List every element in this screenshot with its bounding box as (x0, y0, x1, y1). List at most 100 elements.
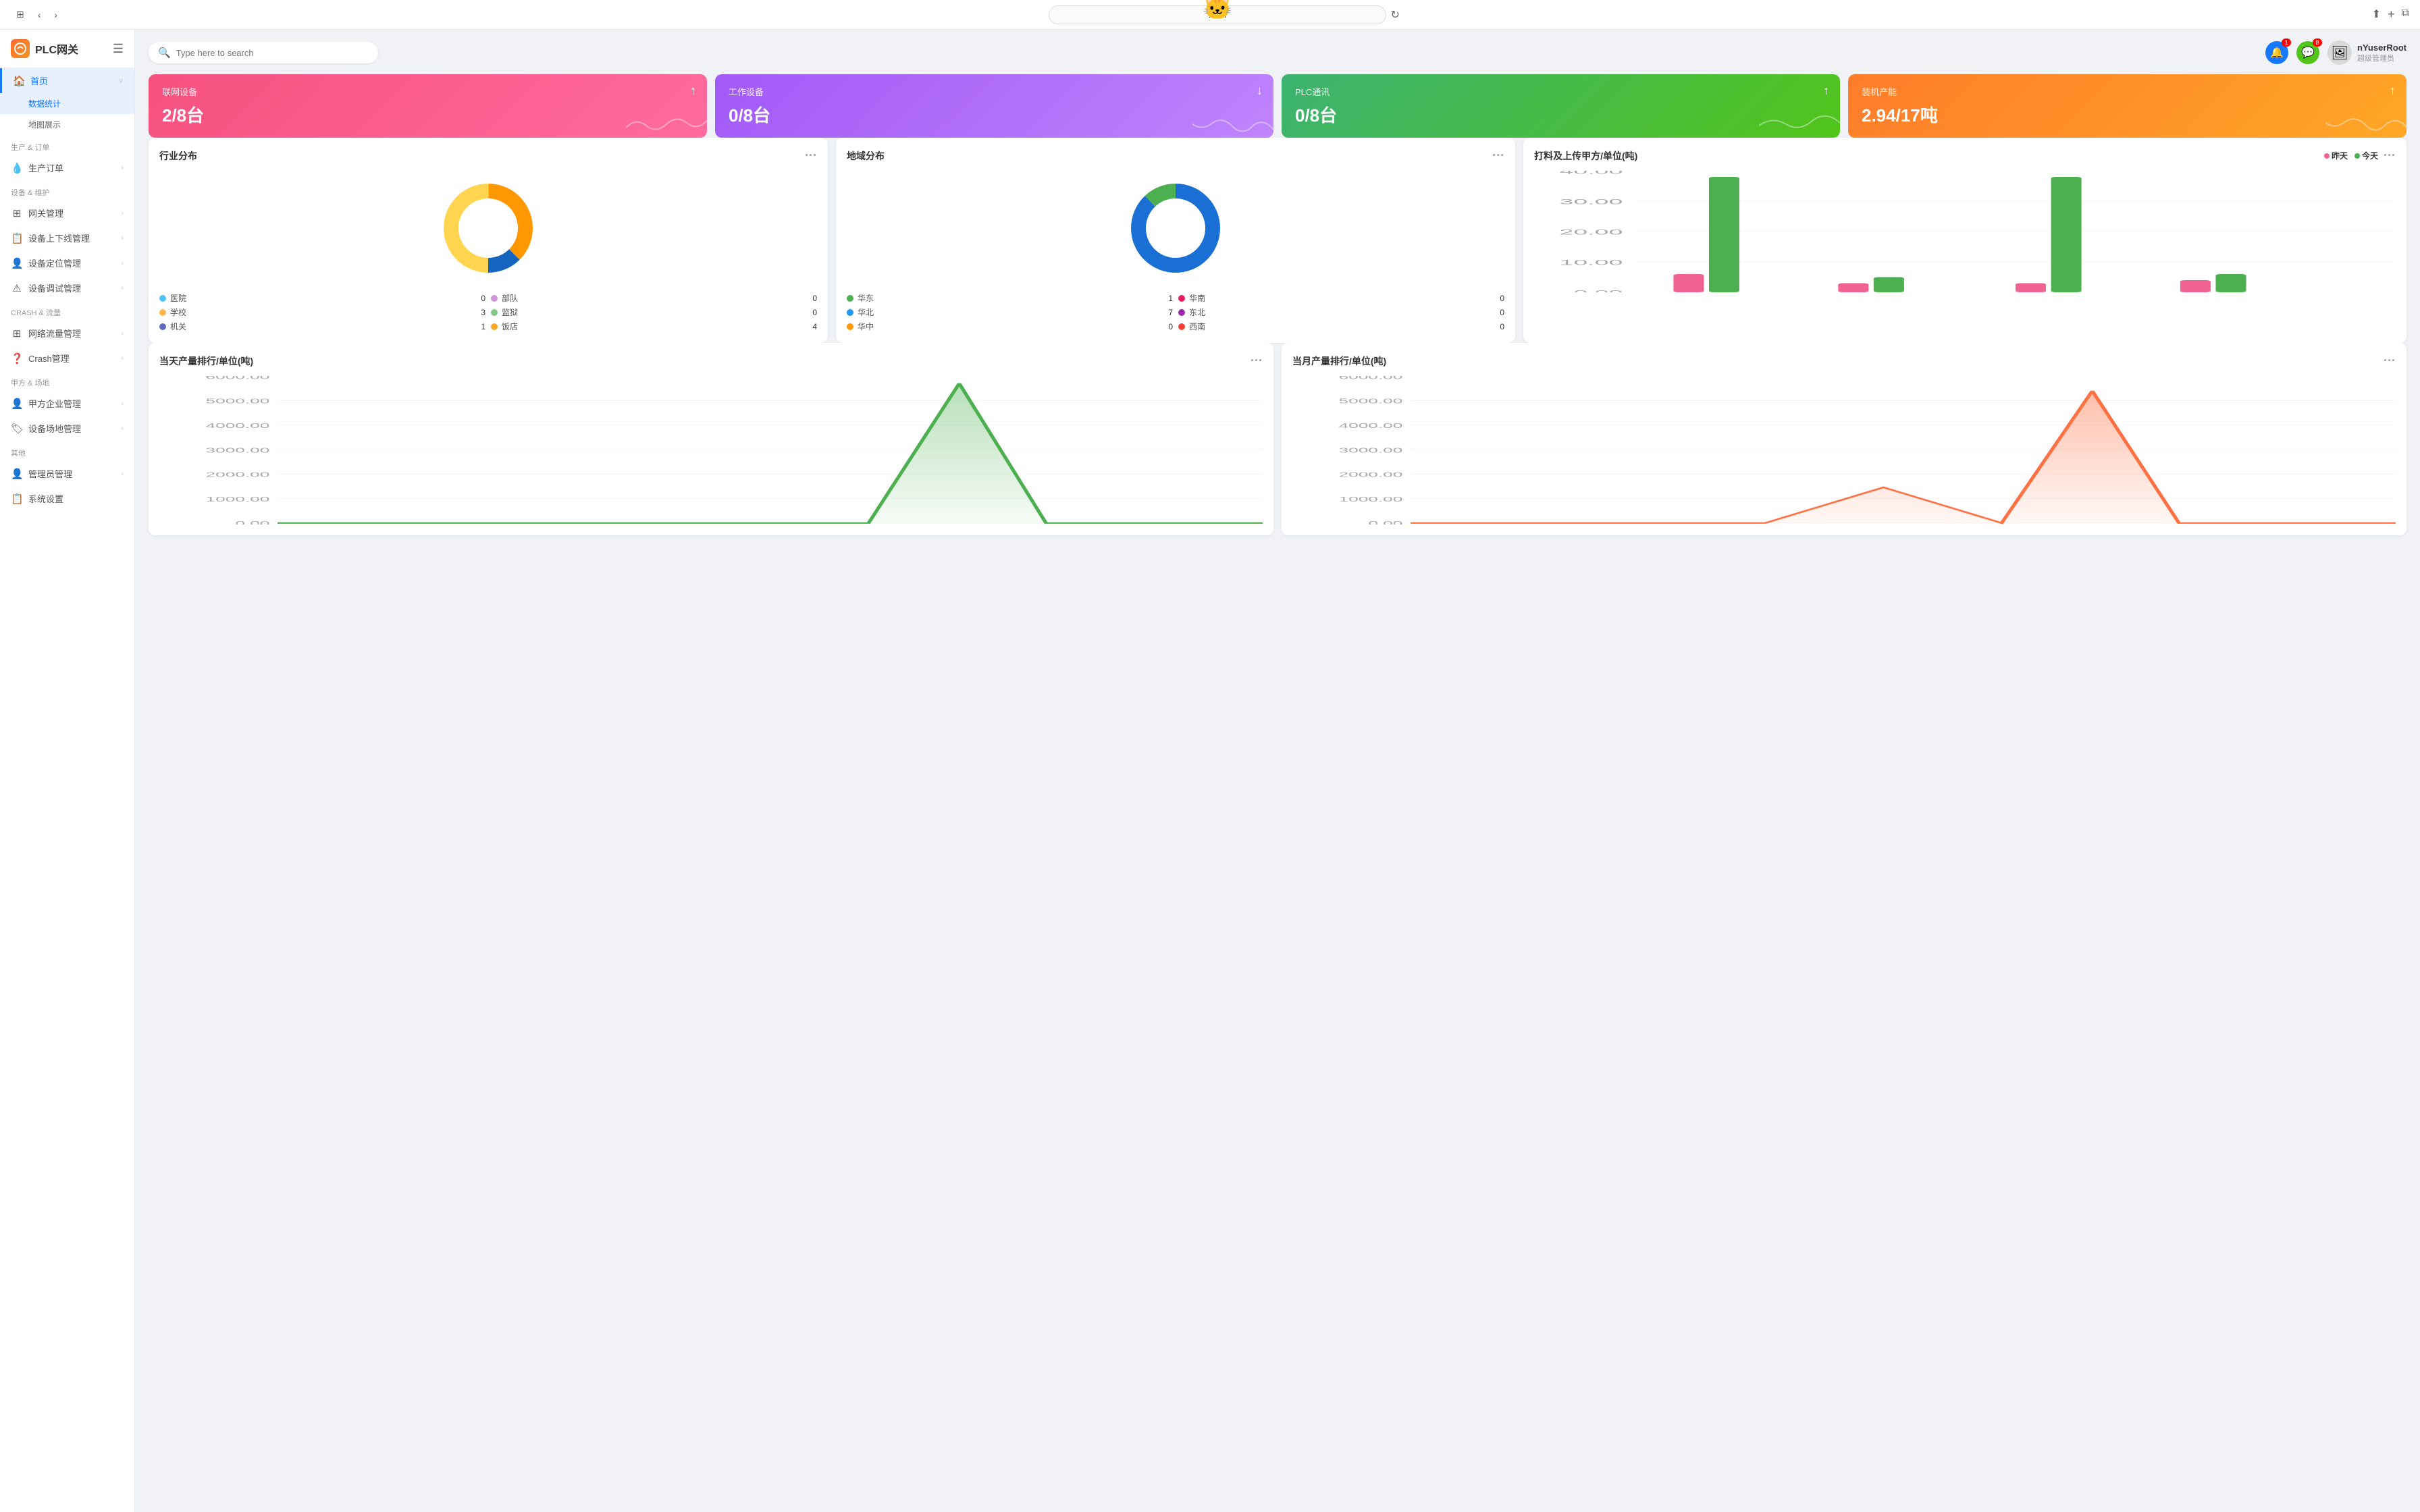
monthly-chart-card: 当月产量排行/单位(吨) ··· (1282, 343, 2406, 535)
work-value: 0/8台 (729, 102, 1260, 127)
device-online-label: 设备上下线管理 (28, 232, 90, 244)
industry-legend: 医院 0 部队 0 学校 3 (159, 292, 817, 332)
search-input[interactable] (176, 48, 369, 58)
tabs-btn[interactable]: ⧉ (2402, 7, 2409, 22)
monthly-chart-title: 当月产量排行/单位(吨) ··· (1292, 354, 2396, 368)
party-arrow: › (121, 400, 124, 408)
sidebar-menu-btn[interactable]: ☰ (113, 42, 124, 56)
online-value: 2/8台 (162, 102, 693, 127)
device-debug-label: 设备调试管理 (28, 281, 81, 294)
daily-chart-svg: 6000.00 5000.00 4000.00 3000.00 2000.00 … (159, 376, 1263, 524)
chart-row: 行业分布 ··· (149, 138, 2406, 343)
legend-army: 部队 0 (491, 292, 817, 304)
section-label-device: 设备 & 维护 (0, 180, 134, 200)
top-action-bar: 🔍 🔔 1 💬 8 🖼 nYuserRoot (149, 40, 2406, 65)
production-arrow: › (121, 164, 124, 172)
crash-label: Crash管理 (28, 352, 70, 364)
legend-hotel: 饭店 4 (491, 321, 817, 332)
svg-text:0.00: 0.00 (235, 520, 269, 524)
today-dot (2355, 153, 2360, 159)
user-area: 🔔 1 💬 8 🖼 nYuserRoot 超级管理员 (2265, 40, 2406, 65)
site-arrow: › (121, 425, 124, 433)
svg-text:6000.00: 6000.00 (1339, 376, 1403, 381)
sidebar-sub-item-data-stats[interactable]: 数据统计 (0, 93, 134, 114)
sidebar-item-gateway[interactable]: ⊞ 网关管理 › (0, 200, 134, 225)
sidebar-item-crash[interactable]: ❓ Crash管理 › (0, 346, 134, 371)
sidebar-toggle-btn[interactable]: ⊞ (11, 6, 30, 23)
forward-btn[interactable]: › (49, 6, 63, 23)
search-bar: 🔍 (149, 42, 378, 63)
bar-chart-svg: 40.00 30.00 20.00 10.00 0.00 (1534, 171, 2396, 292)
back-btn[interactable]: ‹ (32, 6, 47, 23)
svg-text:2000.00: 2000.00 (1339, 471, 1403, 479)
admin-label: 管理员管理 (28, 467, 72, 480)
legend-south: 华南 0 (1178, 292, 1504, 304)
sidebar-header: PLC网关 ☰ (0, 30, 134, 68)
plc-value: 0/8台 (1295, 102, 1826, 127)
gateway-icon: ⊞ (11, 207, 23, 219)
bar-chart-title: 打料及上传甲方/单位(吨) 昨天 今天 (1534, 148, 2396, 163)
device-online-arrow: › (121, 234, 124, 242)
new-tab-btn[interactable]: + (2388, 7, 2395, 22)
network-flow-arrow: › (121, 329, 124, 338)
sidebar-item-production[interactable]: 💧 生产订单 › (0, 155, 134, 180)
daily-more-btn[interactable]: ··· (1251, 354, 1263, 368)
device-online-icon: 📋 (11, 232, 23, 244)
bar-more-btn[interactable]: ··· (2384, 148, 2396, 163)
home-arrow: ∨ (118, 76, 124, 85)
bell-btn[interactable]: 🔔 1 (2265, 41, 2288, 64)
industry-donut (159, 171, 817, 286)
bar-legend-yesterday: 昨天 (2324, 150, 2348, 161)
sidebar-item-site[interactable]: 🏷 设备场地管理 › (0, 416, 134, 441)
production-icon: 💧 (11, 162, 23, 174)
sidebar-item-device-online[interactable]: 📋 设备上下线管理 › (0, 225, 134, 250)
pack-value: 2.94/17吨 (1862, 102, 2393, 127)
industry-chart-title: 行业分布 ··· (159, 148, 817, 163)
reload-btn[interactable]: ↻ (1390, 8, 1399, 22)
network-flow-label: 网络流量管理 (28, 327, 81, 340)
section-label-other: 其他 (0, 441, 134, 461)
sidebar-title: PLC网关 (35, 40, 78, 57)
share-btn[interactable]: ⬆ (2372, 7, 2381, 22)
bar-chart-controls: 昨天 今天 ··· (2324, 148, 2396, 163)
mascot: 🐱 (1202, 0, 1232, 22)
sidebar-item-network-flow[interactable]: ⊞ 网络流量管理 › (0, 321, 134, 346)
sidebar-item-party[interactable]: 👤 甲方企业管理 › (0, 391, 134, 416)
svg-text:4000.00: 4000.00 (1339, 423, 1403, 430)
bar-chart-area: 40.00 30.00 20.00 10.00 0.00 (1534, 171, 2396, 292)
user-profile[interactable]: 🖼 nYuserRoot 超级管理员 (2327, 40, 2406, 65)
sidebar-item-device-debug[interactable]: ⚠ 设备调试管理 › (0, 275, 134, 300)
svg-text:10.00: 10.00 (1560, 258, 1623, 267)
industry-chart-card: 行业分布 ··· (149, 138, 828, 343)
device-locate-arrow: › (121, 259, 124, 267)
daily-chart-area: 6000.00 5000.00 4000.00 3000.00 2000.00 … (159, 376, 1263, 524)
yesterday-dot (2324, 153, 2330, 159)
search-icon: 🔍 (158, 47, 171, 59)
device-debug-arrow: › (121, 284, 124, 292)
stat-card-online: 联网设备 2/8台 ↑ (149, 74, 707, 138)
data-stats-label: 数据统计 (28, 99, 61, 109)
sidebar-item-device-locate[interactable]: 👤 设备定位管理 › (0, 250, 134, 275)
svg-text:1000.00: 1000.00 (206, 495, 270, 503)
sidebar-sub-item-map[interactable]: 地图展示 (0, 114, 134, 135)
region-chart-card: 地域分布 ··· 华东 (836, 138, 1515, 343)
svg-text:20.00: 20.00 (1560, 227, 1623, 236)
stat-card-work: 工作设备 0/8台 ↓ (715, 74, 1273, 138)
svg-text:5000.00: 5000.00 (206, 398, 270, 405)
plc-title: PLC通讯 (1295, 85, 1826, 98)
monthly-more-btn[interactable]: ··· (2384, 354, 2396, 368)
army-dot (491, 295, 498, 302)
chat-btn[interactable]: 💬 8 (2296, 41, 2319, 64)
daily-chart-title: 当天产量排行/单位(吨) ··· (159, 354, 1263, 368)
user-info: nYuserRoot 超级管理员 (2357, 43, 2406, 63)
daily-chart-card: 当天产量排行/单位(吨) ··· (149, 343, 1273, 535)
region-more-btn[interactable]: ··· (1492, 148, 1504, 163)
industry-more-btn[interactable]: ··· (805, 148, 817, 163)
sidebar-item-home[interactable]: 🏠 首页 ∨ (0, 68, 134, 93)
sidebar-item-admin[interactable]: 👤 管理员管理 › (0, 461, 134, 486)
user-name: nYuserRoot (2357, 43, 2406, 53)
svg-text:1000.00: 1000.00 (1339, 495, 1403, 503)
chat-badge: 8 (2313, 38, 2322, 47)
hospital-dot (159, 295, 166, 302)
sidebar-item-sys[interactable]: 📋 系统设置 (0, 486, 134, 511)
